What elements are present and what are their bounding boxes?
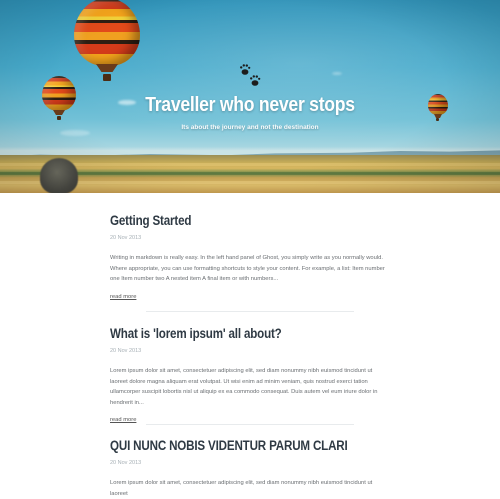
blog-title[interactable]: Traveller who never stops [30, 94, 470, 117]
post-excerpt: Lorem ipsum dolor sit amet, consectetuer… [110, 368, 378, 406]
post-title-link[interactable]: What is 'lorem ipsum' all about? [110, 326, 351, 341]
post-card: QUI NUNC NOBIS VIDENTUR PARUM CLARI 20 N… [110, 438, 390, 499]
read-more-link[interactable]: read more [110, 417, 136, 423]
paw-prints-icon-graphic [240, 64, 261, 86]
post-card: What is 'lorem ipsum' all about? 20 Nov … [110, 326, 390, 426]
paw-prints-icon[interactable] [238, 62, 264, 90]
blog-description: Its about the journey and not the destin… [181, 124, 319, 131]
post-excerpt: Writing in markdown is really easy. In t… [110, 255, 385, 283]
post-title-link[interactable]: QUI NUNC NOBIS VIDENTUR PARUM CLARI [110, 438, 351, 453]
post-divider [146, 311, 354, 312]
post-date: 20 Nov 2013 [110, 460, 142, 466]
hero-header: Traveller who never stops Its about the … [0, 0, 500, 193]
hot-air-balloon-large [74, 0, 140, 84]
cloud [332, 72, 342, 75]
post-card: Getting Started 20 Nov 2013 Writing in m… [110, 213, 390, 303]
post-date: 20 Nov 2013 [110, 235, 142, 241]
post-date: 20 Nov 2013 [110, 348, 142, 354]
post-title-link[interactable]: Getting Started [110, 213, 351, 228]
tree [40, 158, 78, 193]
post-divider [146, 424, 354, 425]
read-more-link[interactable]: read more [110, 294, 136, 300]
